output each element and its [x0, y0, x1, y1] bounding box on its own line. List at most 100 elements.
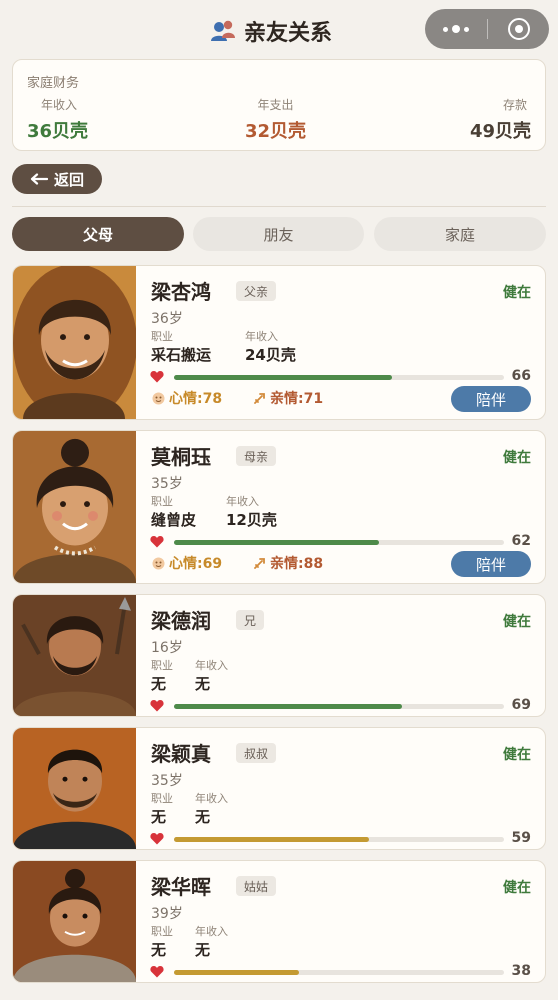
mood-stat: 心情:69 [152, 553, 222, 573]
person-age: 39岁 [151, 906, 183, 922]
close-mini-program-icon[interactable] [488, 9, 549, 49]
nav-header: 亲友关系 [0, 0, 558, 58]
health-status: 健在 [503, 747, 531, 763]
bond-value: 62 [511, 533, 531, 549]
income-value: 24贝壳 [245, 346, 296, 364]
job-value: 无 [151, 808, 167, 826]
person-name: 梁杏鸿 [151, 280, 211, 304]
tab-friends[interactable]: 朋友 [193, 217, 364, 251]
person-name: 莫桐珏 [151, 445, 211, 469]
bond-value: 59 [511, 830, 531, 846]
back-button[interactable]: 返回 [12, 164, 102, 194]
income-value: 36贝壳 [27, 121, 89, 142]
person-card[interactable]: 莫桐珏 母亲 健在 35岁 职业 年收入 缝曾皮 12贝壳 62 心情:69 亲… [12, 430, 546, 584]
job-value: 无 [151, 675, 167, 693]
health-status: 健在 [503, 285, 531, 301]
mood-icon [152, 557, 165, 569]
heart-icon [150, 833, 164, 845]
bond-bar-fill [174, 837, 369, 842]
job-label: 职业 [151, 659, 173, 672]
accompany-button[interactable]: 陪伴 [451, 551, 531, 577]
bond-value: 66 [511, 368, 531, 384]
expense-value: 32贝壳 [245, 121, 307, 142]
saving-value: 49贝壳 [469, 121, 531, 142]
person-name: 梁颖真 [151, 742, 211, 766]
heart-icon [150, 536, 164, 548]
tab-label: 家庭 [444, 225, 475, 244]
person-card[interactable]: 梁德润 兄 健在 16岁 职业 年收入 无 无 69 [12, 594, 546, 717]
annual-expense: 年支出 32贝壳 [245, 96, 306, 143]
job-value: 缝曾皮 [151, 511, 197, 529]
person-card[interactable]: 梁华晖 姑姑 健在 39岁 职业 年收入 无 无 38 [12, 860, 546, 983]
heart-icon [150, 966, 164, 978]
affection-stat: 亲情:88 [253, 553, 323, 573]
people-icon [211, 20, 235, 41]
job-label: 职业 [151, 330, 173, 343]
health-status: 健在 [503, 880, 531, 896]
income-label: 年收入 [195, 925, 228, 938]
annual-income: 年收入 36贝壳 [27, 96, 88, 143]
mood-stat: 心情:78 [152, 388, 222, 408]
health-status: 健在 [503, 450, 531, 466]
more-menu-icon[interactable] [425, 9, 487, 49]
back-label: 返回 [53, 170, 84, 189]
bond-bar [174, 704, 504, 709]
family-finance-card: 家庭财务 年收入 36贝壳 年支出 32贝壳 存款 49贝壳 [12, 59, 546, 151]
page-title: 亲友关系 [244, 21, 333, 46]
affection-text: 亲情:88 [270, 556, 324, 572]
person-card[interactable]: 梁杏鸿 父亲 健在 36岁 职业 年收入 采石搬运 24贝壳 66 心情:78 … [12, 265, 546, 420]
tab-parents[interactable]: 父母 [12, 217, 184, 251]
mood-text: 心情:69 [169, 556, 223, 572]
bond-bar-fill [174, 704, 402, 709]
bond-bar-fill [174, 540, 379, 545]
relation-badge: 姑姑 [236, 876, 277, 896]
income-label: 年收入 [195, 659, 228, 672]
bond-value: 69 [511, 697, 531, 713]
relation-badge: 兄 [236, 610, 265, 630]
tab-family[interactable]: 家庭 [374, 217, 546, 251]
heart-icon [150, 371, 164, 383]
person-name: 梁华晖 [151, 875, 211, 899]
job-value: 采石搬运 [151, 346, 212, 364]
person-card[interactable]: 梁颖真 叔叔 健在 35岁 职业 年收入 无 无 59 [12, 727, 546, 850]
person-age: 36岁 [151, 311, 183, 327]
heart-icon [150, 700, 164, 712]
job-label: 职业 [151, 792, 173, 805]
bond-bar [174, 837, 504, 842]
avatar [13, 266, 136, 419]
tab-label: 父母 [82, 225, 113, 244]
bond-bar [174, 540, 504, 545]
tab-label: 朋友 [263, 225, 294, 244]
savings: 存款 49贝壳 [470, 96, 531, 143]
affection-stat: 亲情:71 [253, 388, 323, 408]
income-value: 无 [195, 808, 211, 826]
health-status: 健在 [503, 614, 531, 630]
avatar [13, 595, 136, 716]
income-value: 无 [195, 675, 211, 693]
mini-program-capsule [425, 9, 549, 49]
income-label: 年收入 [226, 495, 259, 508]
income-label: 年收入 [41, 98, 78, 112]
section-divider [12, 206, 546, 207]
job-label: 职业 [151, 495, 173, 508]
person-age: 35岁 [151, 476, 183, 492]
job-value: 无 [151, 941, 167, 959]
relation-badge: 父亲 [236, 281, 277, 301]
relation-tabs: 父母 朋友 家庭 [12, 217, 546, 251]
expense-label: 年支出 [257, 98, 294, 112]
avatar [13, 728, 136, 849]
avatar [13, 861, 136, 982]
income-label: 年收入 [195, 792, 228, 805]
bond-bar-fill [174, 375, 392, 380]
bond-bar [174, 375, 504, 380]
income-label: 年收入 [245, 330, 278, 343]
saving-label: 存款 [502, 98, 527, 112]
bond-bar [174, 970, 504, 975]
accompany-button[interactable]: 陪伴 [451, 386, 531, 412]
relation-badge: 叔叔 [236, 743, 277, 763]
person-age: 16岁 [151, 640, 183, 656]
person-name: 梁德润 [151, 609, 211, 633]
avatar [13, 431, 136, 583]
mood-icon [152, 392, 165, 404]
income-value: 12贝壳 [226, 511, 277, 529]
